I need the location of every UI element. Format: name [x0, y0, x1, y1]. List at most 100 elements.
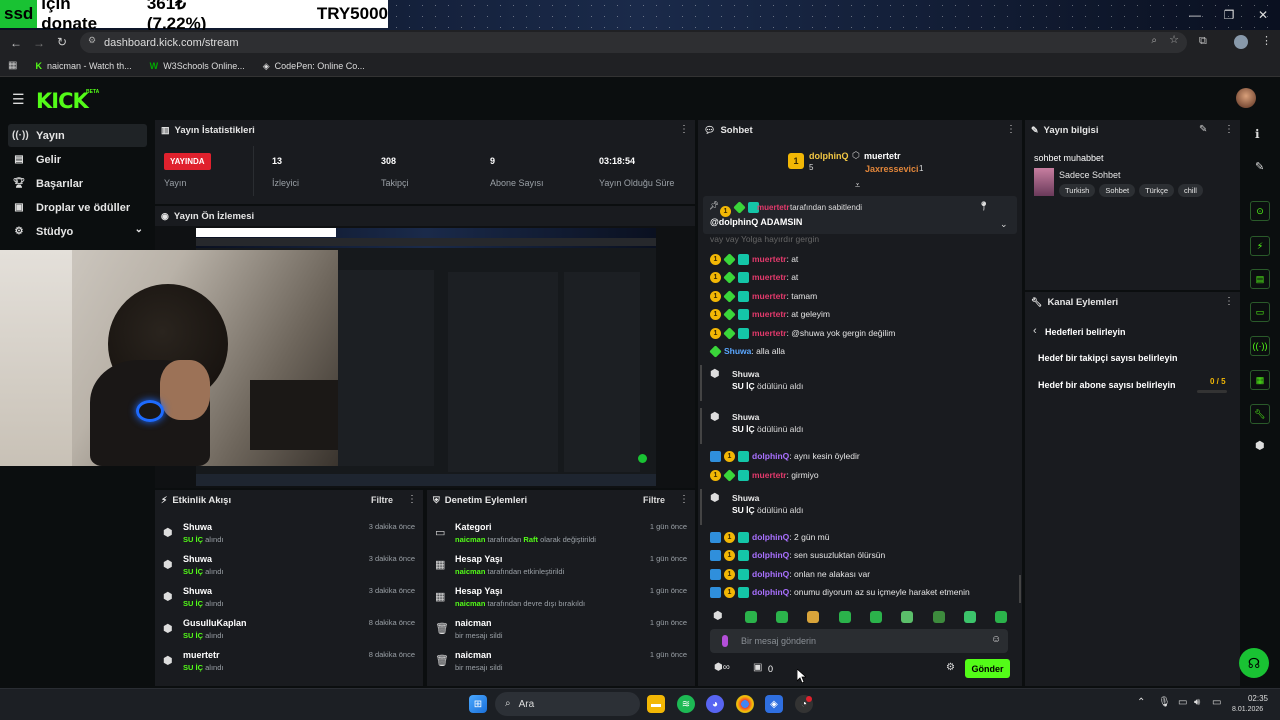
send-button[interactable]: Gönder: [965, 659, 1010, 678]
clock-time[interactable]: 02:35: [1238, 694, 1268, 703]
rail-button-lightning[interactable]: ⚡︎: [1250, 236, 1270, 256]
bookmark-1[interactable]: W W3Schools Online...: [150, 61, 245, 71]
bookmark-2[interactable]: ◈ CodePen: Online Co...: [263, 61, 365, 71]
sidebar-item-gelir[interactable]: ▤ Gelir: [8, 148, 147, 171]
rail-button-focus[interactable]: ⊙: [1250, 201, 1270, 221]
browser-menu-icon[interactable]: ⋮: [1261, 36, 1272, 47]
emote[interactable]: [745, 611, 757, 623]
minimize-icon[interactable]: —: [1178, 0, 1212, 30]
channel-actions-panel: 🔧︎ Kanal Eylemleri ⋮ ‹ Hedefleri belirley…: [1025, 292, 1240, 686]
tag-list: Turkish Sohbet Türkçe chill: [1059, 184, 1207, 197]
microphone-icon[interactable]: 🎙︎: [1158, 698, 1171, 708]
tag[interactable]: Sohbet: [1099, 184, 1136, 197]
maximize-icon[interactable]: ❐: [1212, 0, 1246, 30]
sidebar-item-droplar[interactable]: ▣ Droplar ve ödüller: [8, 196, 147, 219]
chrome-icon[interactable]: [736, 695, 754, 713]
eye-icon: ◉: [161, 210, 169, 221]
chat-message: 1 muertetr: at geleyim: [710, 306, 830, 322]
goals-title[interactable]: Hedefleri belirleyin: [1045, 327, 1126, 337]
apps-grid-icon[interactable]: ▦: [8, 60, 17, 71]
sidebar-item-yayin[interactable]: ((·)) Yayın: [8, 124, 147, 147]
rail-button-calendar[interactable]: ▦: [1250, 370, 1270, 390]
back-icon[interactable]: ←: [10, 37, 22, 49]
activity-menu-icon[interactable]: ⋮: [407, 495, 417, 505]
edit-icon[interactable]: ✎: [1255, 162, 1264, 173]
zoom-icon[interactable]: ⌕: [1151, 36, 1157, 46]
rail-button-wrench[interactable]: 🔧︎: [1250, 404, 1270, 424]
pinned-user[interactable]: muertetr: [757, 203, 789, 212]
emote[interactable]: [776, 611, 788, 623]
battery-icon[interactable]: ▭: [1212, 698, 1221, 708]
emote[interactable]: [995, 611, 1007, 623]
top-gifter-3[interactable]: Jaxressevici: [865, 164, 919, 174]
back-chevron-icon[interactable]: ‹: [1033, 326, 1037, 337]
volume-icon[interactable]: 🔊︎: [1194, 698, 1200, 708]
support-headset-button[interactable]: ☊: [1239, 648, 1269, 678]
site-info-icon[interactable]: ⚙: [88, 36, 96, 45]
top-gifter-1[interactable]: dolphinQ: [809, 151, 849, 161]
rail-button-chat[interactable]: ▭: [1250, 302, 1270, 322]
channel-actions-menu-icon[interactable]: ⋮: [1224, 297, 1234, 307]
emote[interactable]: [839, 611, 851, 623]
info-menu-icon[interactable]: ⋮: [1224, 125, 1234, 135]
category-icon: ▭: [435, 527, 446, 539]
close-icon[interactable]: ✕: [1246, 0, 1280, 30]
bookmark-0[interactable]: K naicman - Watch th...: [35, 61, 131, 71]
sub-goal[interactable]: Hedef bir abone sayısı belirleyin: [1038, 380, 1176, 390]
emote-tab-icon[interactable]: ⬢: [713, 611, 723, 622]
obs-icon[interactable]: ◈: [765, 695, 783, 713]
chat-settings-icon[interactable]: ⚙: [946, 663, 955, 673]
forward-icon[interactable]: →: [33, 37, 45, 49]
tag[interactable]: Turkish: [1059, 184, 1096, 197]
address-bar[interactable]: ⚙ dashboard.kick.com/stream ⌕ ☆: [80, 32, 1187, 53]
top-gifter-2[interactable]: muertetr: [864, 151, 901, 161]
activity-filter-button[interactable]: Filtre: [371, 495, 393, 505]
info-icon[interactable]: ℹ: [1255, 128, 1260, 140]
channel-points-icon[interactable]: ⬢: [1255, 441, 1265, 452]
emote[interactable]: [807, 611, 819, 623]
gift-box-icon[interactable]: ▣: [753, 663, 762, 673]
follower-goal[interactable]: Hedef bir takipçi sayısı belirleyin: [1038, 353, 1178, 363]
moderation-filter-button[interactable]: Filtre: [643, 495, 665, 505]
extensions-icon[interactable]: ⧉: [1199, 36, 1207, 47]
chevron-down-icon[interactable]: ⌄: [135, 225, 143, 235]
emoji-picker-icon[interactable]: ☺: [991, 635, 1001, 645]
reward-redemption: ⬢ Shuwa SU İÇ ödülünü aldı: [700, 408, 1018, 444]
discord-icon[interactable]: ◕: [706, 695, 724, 713]
tag[interactable]: chill: [1178, 184, 1203, 197]
tray-chevron-icon[interactable]: ⌃: [1137, 698, 1145, 708]
rail-button-broadcast[interactable]: ((·)): [1250, 336, 1270, 356]
hamburger-menu-icon[interactable]: ☰: [12, 92, 25, 106]
collapse-icon[interactable]: ⩡: [855, 181, 860, 190]
channel-points-icon[interactable]: ⬢∞: [714, 663, 730, 673]
bookmark-star-icon[interactable]: ☆: [1169, 35, 1179, 46]
chat-scrollbar[interactable]: [1019, 575, 1021, 603]
kick-logo[interactable]: KICK: [36, 89, 89, 113]
tag[interactable]: Türkçe: [1139, 184, 1175, 197]
network-icon[interactable]: ▭: [1178, 698, 1187, 708]
category-name[interactable]: Sadece Sohbet: [1059, 170, 1121, 180]
edit-info-icon[interactable]: ✎: [1199, 125, 1207, 135]
emote[interactable]: [933, 611, 945, 623]
profile-avatar[interactable]: [1234, 35, 1248, 49]
clock-date[interactable]: 8.01.2026: [1232, 706, 1263, 713]
stats-menu-icon[interactable]: ⋮: [679, 125, 689, 135]
windows-start-icon[interactable]: ⊞: [469, 695, 487, 713]
chat-input[interactable]: Bir mesaj gönderin ☺: [710, 629, 1008, 653]
reload-icon[interactable]: ↻: [57, 36, 67, 48]
sidebar-item-basarilar[interactable]: 🏆︎ Başarılar: [8, 172, 147, 195]
chat-menu-icon[interactable]: ⋮: [1006, 125, 1016, 135]
user-avatar[interactable]: [1236, 88, 1256, 108]
rail-button-document[interactable]: ▤: [1250, 269, 1270, 289]
emote[interactable]: [964, 611, 976, 623]
moderation-menu-icon[interactable]: ⋮: [679, 495, 689, 505]
file-explorer-icon[interactable]: ▬: [647, 695, 665, 713]
taskbar-search[interactable]: ⌕ Ara: [495, 692, 640, 716]
emote[interactable]: [901, 611, 913, 623]
sidebar-item-studyo[interactable]: ⚙ Stüdyo ⌄: [8, 220, 147, 243]
emote[interactable]: [870, 611, 882, 623]
unpin-icon[interactable]: 📍︎: [978, 202, 989, 211]
expand-pin-icon[interactable]: ⌄: [1000, 220, 1008, 229]
spotify-icon[interactable]: ≋: [677, 695, 695, 713]
top-gifter-1-count: 5: [809, 163, 814, 172]
